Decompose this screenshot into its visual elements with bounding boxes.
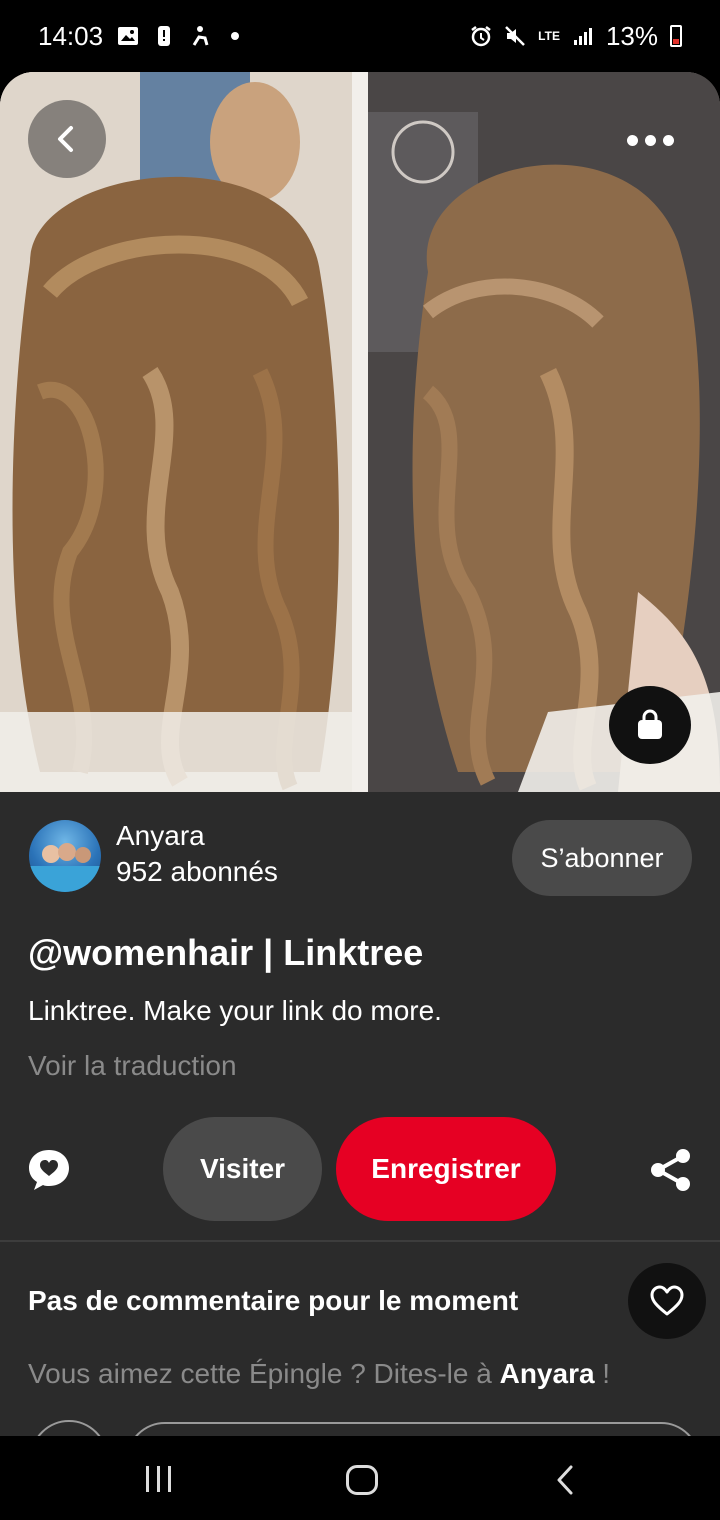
home-button[interactable] xyxy=(346,1465,378,1495)
chevron-left-icon xyxy=(58,126,73,152)
battery-percent: 13% xyxy=(605,20,658,51)
battery-icon xyxy=(670,25,682,47)
hair-side-illustration xyxy=(368,72,720,792)
save-button[interactable]: Enregistrer xyxy=(336,1117,556,1221)
alarm-icon xyxy=(471,26,491,47)
signal-icon xyxy=(573,28,592,45)
system-nav-bar xyxy=(0,1436,720,1520)
notification-icon xyxy=(158,26,171,46)
avatar-image xyxy=(29,843,101,892)
pin-title: @womenhair | Linktree xyxy=(28,932,424,973)
no-comments-heading: Pas de commentaire pour le moment xyxy=(28,1285,519,1316)
like-prompt: Vous aimez cette Épingle ? Dites-le à An… xyxy=(28,1358,611,1389)
accessibility-icon xyxy=(192,26,209,46)
see-translation-link[interactable]: Voir la traduction xyxy=(28,1050,237,1082)
pin-details: Anyara 952 abonnés S’abonner @womenhair … xyxy=(0,792,720,1500)
mute-icon xyxy=(505,26,526,46)
like-button[interactable] xyxy=(628,1263,706,1339)
comment-icon[interactable] xyxy=(26,1147,72,1193)
shop-button[interactable] xyxy=(609,686,691,764)
gallery-icon xyxy=(118,27,139,45)
dot-icon xyxy=(231,32,240,40)
share-icon[interactable] xyxy=(648,1147,694,1193)
like-prompt-creator[interactable]: Anyara xyxy=(500,1358,595,1389)
status-bar: 14:03 LTE 13% xyxy=(0,0,720,72)
back-button[interactable] xyxy=(28,100,106,178)
hair-back-illustration xyxy=(0,72,352,792)
pin-description: Linktree. Make your link do more. xyxy=(28,995,442,1026)
section-divider xyxy=(0,1240,720,1242)
creator-avatar[interactable] xyxy=(29,820,101,892)
system-back-button[interactable] xyxy=(553,1464,577,1496)
heart-icon xyxy=(650,1285,684,1316)
creator-name[interactable]: Anyara xyxy=(116,820,205,852)
more-dots-icon xyxy=(626,134,638,146)
recent-apps-button[interactable] xyxy=(146,1466,178,1492)
network-label: LTE xyxy=(538,29,560,43)
shopping-bag-icon xyxy=(638,709,662,739)
visit-button[interactable]: Visiter xyxy=(163,1117,322,1221)
pin-image[interactable] xyxy=(0,72,720,792)
clock: 14:03 xyxy=(38,20,104,51)
more-options-button[interactable] xyxy=(612,102,688,178)
follower-count: 952 abonnés xyxy=(116,856,278,887)
hairstyle-photo-left xyxy=(0,72,352,792)
image-divider xyxy=(352,72,368,792)
follow-button[interactable]: S’abonner xyxy=(512,820,692,896)
hairstyle-photo-right xyxy=(368,72,720,792)
